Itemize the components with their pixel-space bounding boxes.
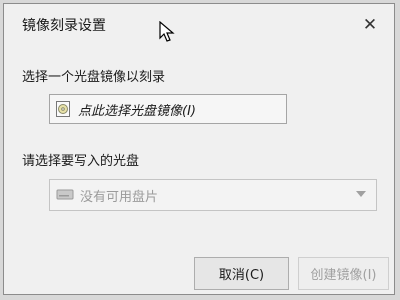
dialog-title: 镜像刻录设置 <box>22 18 106 34</box>
cancel-button[interactable]: 取消(C) <box>194 257 289 290</box>
chevron-down-icon <box>356 191 366 197</box>
disc-drive-icon <box>56 189 74 200</box>
select-image-button[interactable]: 点此选择光盘镜像(I) <box>49 94 287 124</box>
disc-section-label: 请选择要写入的光盘 <box>22 154 140 169</box>
mouse-cursor-icon <box>159 21 175 42</box>
select-image-label: 点此选择光盘镜像(I) <box>78 103 196 119</box>
close-icon: ✕ <box>362 15 378 35</box>
create-image-button[interactable]: 创建镜像(I) <box>298 257 389 290</box>
disc-image-icon <box>56 101 70 117</box>
disc-dropdown-value: 没有可用盘片 <box>80 189 159 205</box>
disc-dropdown[interactable]: 没有可用盘片 <box>49 179 377 211</box>
burn-image-dialog: 镜像刻录设置 ✕ 选择一个光盘镜像以刻录 点此选择光盘镜像(I) 请选择要写入的… <box>3 3 395 295</box>
image-section-label: 选择一个光盘镜像以刻录 <box>22 70 166 85</box>
close-button[interactable]: ✕ <box>350 10 390 40</box>
